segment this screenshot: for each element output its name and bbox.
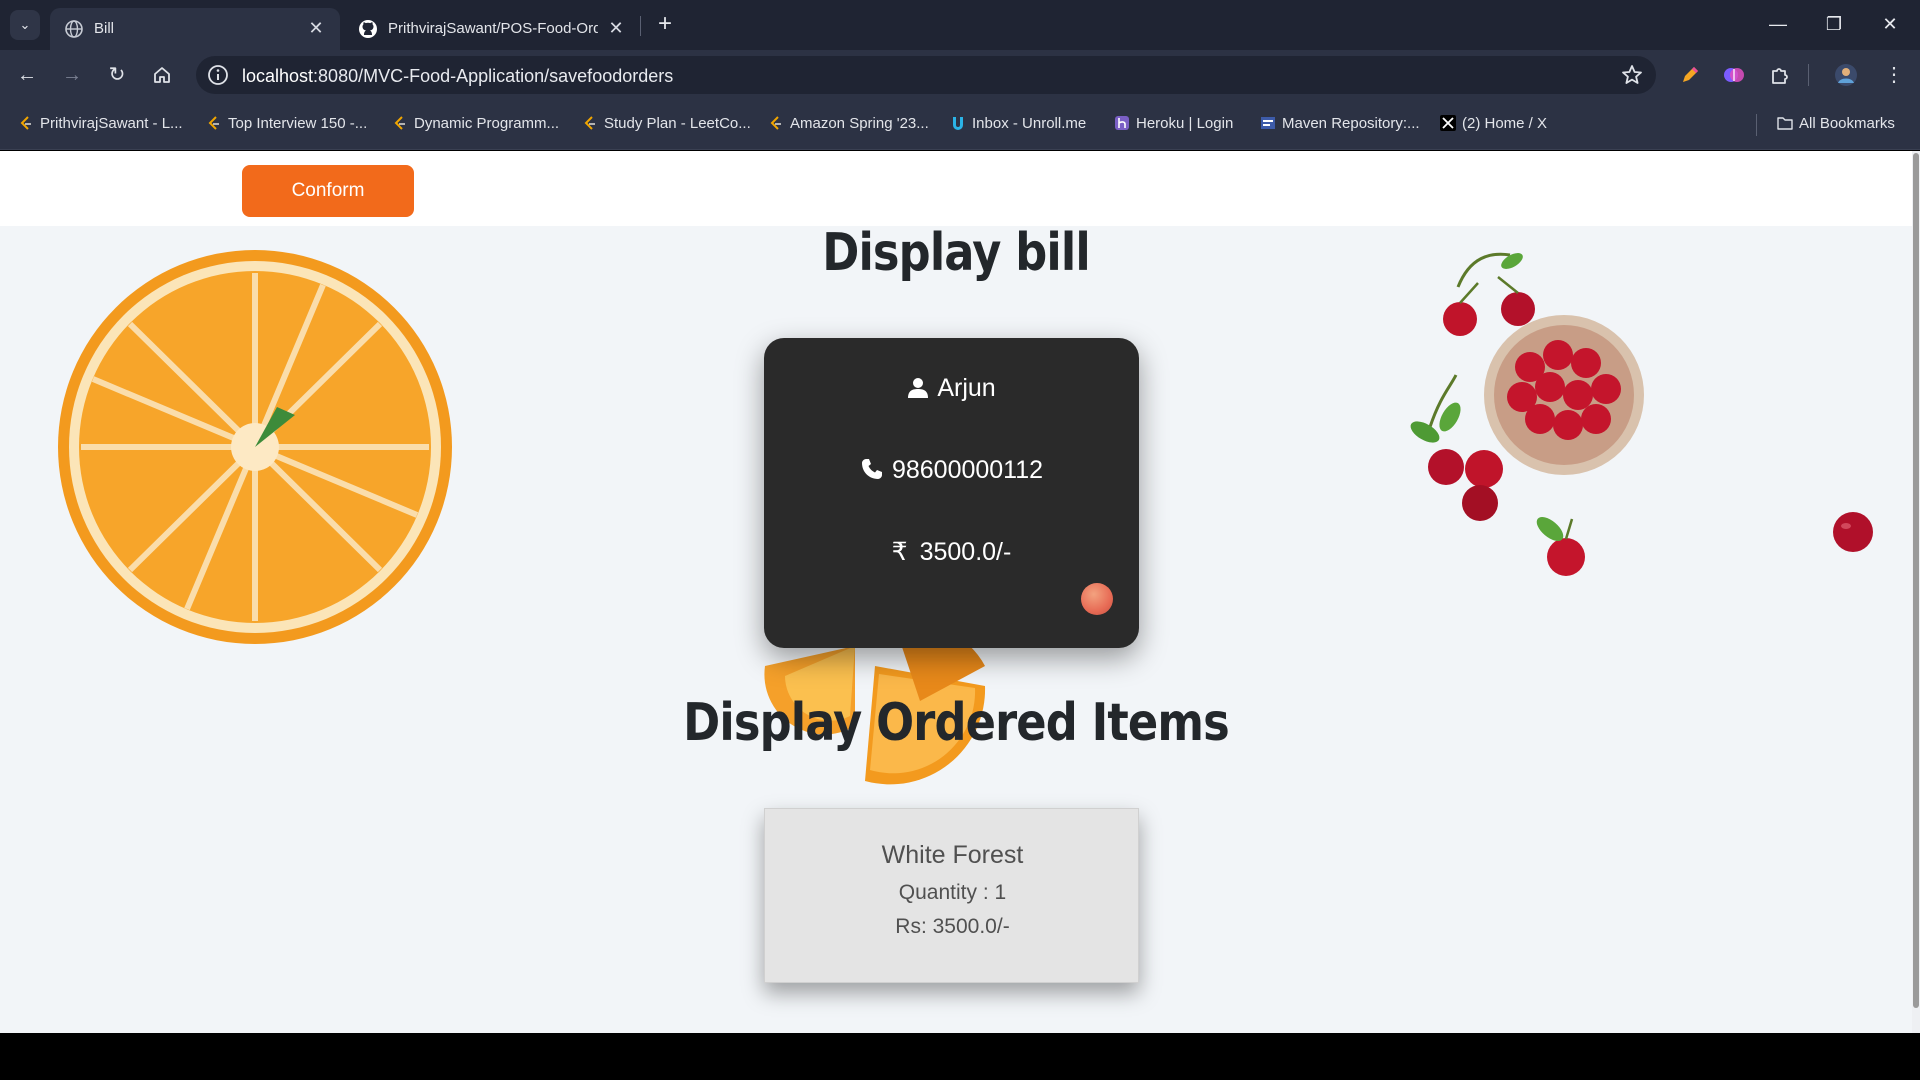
- leetcode-icon: [584, 116, 595, 130]
- restore-button[interactable]: ❐: [1806, 0, 1862, 50]
- bill-card: Arjun 98600000112 ₹3500.0/-: [764, 338, 1139, 648]
- scrollbar-thumb[interactable]: [1913, 153, 1919, 1008]
- bookmarks-divider: [1756, 114, 1757, 136]
- minimize-button[interactable]: —: [1750, 0, 1806, 50]
- chevron-down-icon: ⌄: [19, 17, 31, 32]
- bill-heading: Display bill: [822, 223, 1090, 283]
- bookmark-item[interactable]: Study Plan - LeetCo...: [582, 115, 751, 137]
- customer-name-row: Arjun: [764, 374, 1139, 403]
- forward-button[interactable]: →: [56, 59, 88, 91]
- arrow-right-icon: →: [62, 64, 82, 86]
- user-icon: [908, 378, 929, 398]
- ordered-items-heading: Display Ordered Items: [683, 693, 1230, 753]
- page-header: Conform: [0, 151, 1912, 226]
- leetcode-icon: [20, 116, 31, 130]
- url-host: localhost: [242, 66, 314, 86]
- tab-bill[interactable]: Bill ✕: [50, 8, 340, 50]
- reload-icon: ↻: [108, 64, 126, 86]
- bookmark-label: Dynamic Programm...: [414, 115, 560, 132]
- bookmark-item[interactable]: (2) Home / X: [1440, 115, 1547, 137]
- customer-phone: 98600000112: [891, 456, 1044, 484]
- bookmark-label: Maven Repository:...: [1282, 115, 1420, 132]
- tab-strip: ⌄ Bill ✕ PrithvirajSawant/POS-Food-Ord ✕…: [0, 0, 1920, 50]
- home-button[interactable]: [146, 59, 178, 91]
- restore-icon: ❐: [1825, 14, 1843, 34]
- bookmark-label: Inbox - Unroll.me: [972, 115, 1087, 132]
- bill-amount-row: ₹3500.0/-: [764, 537, 1139, 567]
- customer-name: Arjun: [937, 374, 996, 402]
- all-bookmarks-button[interactable]: All Bookmarks: [1777, 115, 1895, 137]
- globe-icon: [65, 20, 83, 38]
- reload-button[interactable]: ↻: [101, 59, 133, 91]
- kebab-menu-icon: ⋮: [1884, 64, 1904, 86]
- bookmark-item[interactable]: Amazon Spring '23...: [768, 115, 929, 137]
- item-price: Rs: 3500.0/-: [895, 915, 1010, 938]
- bookmarks-bar: PrithvirajSawant - L... Top Interview 15…: [0, 100, 1920, 150]
- github-icon: [359, 20, 377, 38]
- bookmark-label: PrithvirajSawant - L...: [40, 115, 183, 132]
- brain-extension-icon[interactable]: [1722, 63, 1746, 87]
- item-quantity: Quantity : 1: [898, 881, 1007, 904]
- pen-extension-icon[interactable]: [1678, 63, 1702, 87]
- rupee-icon: ₹: [891, 538, 908, 566]
- bookmark-item[interactable]: Heroku | Login: [1114, 115, 1233, 137]
- tab-title: PrithvirajSawant/POS-Food-Ord: [388, 20, 598, 37]
- peach-dot-image: [1081, 583, 1113, 615]
- all-bookmarks-label: All Bookmarks: [1799, 115, 1895, 132]
- bookmark-label: (2) Home / X: [1462, 115, 1548, 132]
- bill-amount: 3500.0/-: [919, 538, 1012, 566]
- bookmark-label: Amazon Spring '23...: [790, 115, 929, 132]
- leetcode-icon: [208, 116, 219, 130]
- leetcode-icon: [394, 116, 405, 130]
- orange-slice-image: [58, 250, 452, 644]
- bookmark-star-icon[interactable]: [1620, 63, 1644, 87]
- close-icon[interactable]: ✕: [304, 16, 328, 40]
- bookmark-label: Heroku | Login: [1136, 115, 1234, 132]
- plus-icon: +: [657, 10, 672, 37]
- customer-phone-row: 98600000112: [764, 456, 1139, 485]
- cherries-bowl-image: [1410, 252, 1644, 576]
- address-bar[interactable]: localhost:8080/MVC-Food-Application/save…: [196, 56, 1656, 94]
- maven-icon: [1261, 117, 1275, 129]
- browser-toolbar: ← → ↻ localhost:8080/MVC-Food-Applicatio…: [0, 50, 1920, 100]
- close-window-button[interactable]: ✕: [1862, 0, 1918, 50]
- item-name: White Forest: [881, 841, 1024, 869]
- ordered-item-card: White Forest Quantity : 1 Rs: 3500.0/-: [764, 808, 1139, 983]
- bookmark-label: Top Interview 150 -...: [228, 115, 368, 132]
- tab-search-button[interactable]: ⌄: [10, 10, 40, 40]
- leetcode-icon: [770, 116, 781, 130]
- url-path: :8080/MVC-Food-Application/savefoodorder…: [313, 66, 674, 86]
- folder-icon: [1777, 117, 1793, 130]
- url-text[interactable]: localhost:8080/MVC-Food-Application/save…: [242, 66, 673, 87]
- bookmark-item[interactable]: Maven Repository:...: [1260, 115, 1420, 137]
- bookmark-label: Study Plan - LeetCo...: [604, 115, 751, 132]
- bookmark-item[interactable]: Dynamic Programm...: [392, 115, 559, 137]
- conform-button[interactable]: Conform: [242, 165, 414, 217]
- bookmark-item[interactable]: Top Interview 150 -...: [206, 115, 367, 137]
- phone-icon: [861, 459, 882, 479]
- close-icon[interactable]: ✕: [604, 16, 628, 40]
- page-viewport: Conform Display bill Arjun 98600000112 ₹…: [0, 151, 1920, 1033]
- puzzle-extensions-icon[interactable]: [1768, 63, 1792, 87]
- x-icon: [1440, 115, 1456, 131]
- menu-button[interactable]: ⋮: [1878, 59, 1910, 91]
- close-icon: ✕: [1882, 14, 1898, 34]
- unroll-icon: [953, 117, 963, 130]
- heroku-icon: [1115, 116, 1129, 130]
- back-button[interactable]: ←: [11, 59, 43, 91]
- profile-avatar-icon[interactable]: [1834, 63, 1858, 87]
- tab-github[interactable]: PrithvirajSawant/POS-Food-Ord ✕: [344, 8, 640, 50]
- site-info-icon[interactable]: [206, 63, 230, 87]
- cherry-image: [1833, 512, 1873, 552]
- toolbar-divider: [1808, 64, 1809, 86]
- bookmark-item[interactable]: PrithvirajSawant - L...: [18, 115, 183, 137]
- bookmark-item[interactable]: Inbox - Unroll.me: [950, 115, 1086, 137]
- new-tab-button[interactable]: +: [650, 10, 680, 40]
- minimize-icon: —: [1769, 14, 1787, 34]
- tab-title: Bill: [94, 20, 115, 37]
- page-scrollbar[interactable]: [1912, 151, 1920, 1033]
- home-icon: [154, 67, 170, 83]
- tab-divider: [640, 16, 641, 36]
- arrow-left-icon: ←: [17, 64, 37, 86]
